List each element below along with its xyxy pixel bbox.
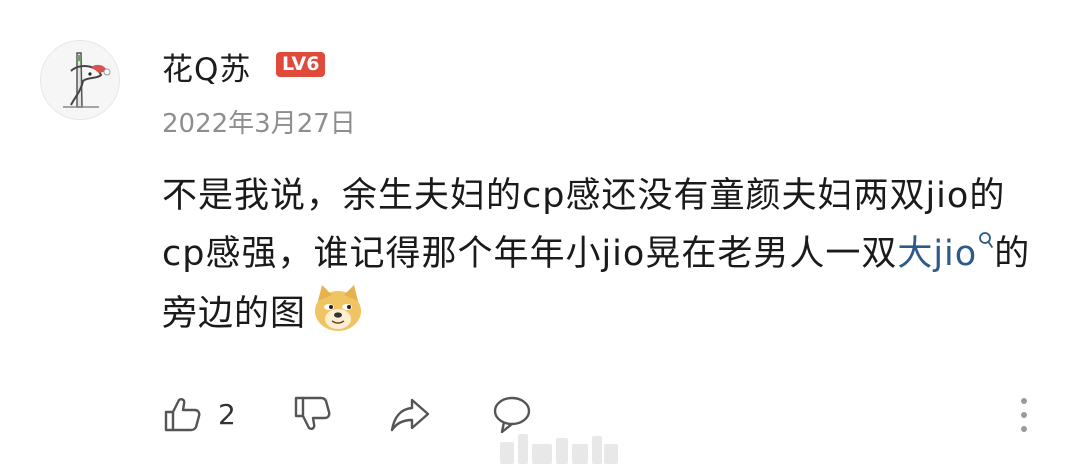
doge-emoji-icon: [315, 285, 362, 331]
like-button[interactable]: 2: [160, 392, 236, 436]
thumbs-up-icon: [164, 398, 201, 432]
comment-text-part: 不是我说，余生夫妇的cp感还没有童颜夫妇两双jio的cp感强，谁记得那个年年小j…: [162, 176, 1006, 274]
level-badge: LV6: [276, 52, 326, 77]
share-icon: [390, 398, 430, 432]
topic-link-label[interactable]: 大jio: [897, 234, 977, 274]
username[interactable]: 花Q苏: [162, 44, 251, 89]
thumbs-down-icon: [294, 396, 331, 430]
topic-link[interactable]: 大jio: [897, 232, 994, 274]
dislike-button[interactable]: [290, 392, 334, 436]
comment-text: 不是我说，余生夫妇的cp感还没有童颜夫妇两双jio的cp感强，谁记得那个年年小j…: [162, 167, 1042, 343]
search-icon: [979, 232, 994, 248]
comment-date: 2022年3月27日: [162, 109, 356, 139]
share-button[interactable]: [388, 392, 432, 436]
watermark-logo: [500, 434, 618, 464]
avatar[interactable]: [40, 40, 120, 120]
like-count: 2: [218, 397, 236, 431]
more-options-icon[interactable]: [1014, 395, 1034, 435]
